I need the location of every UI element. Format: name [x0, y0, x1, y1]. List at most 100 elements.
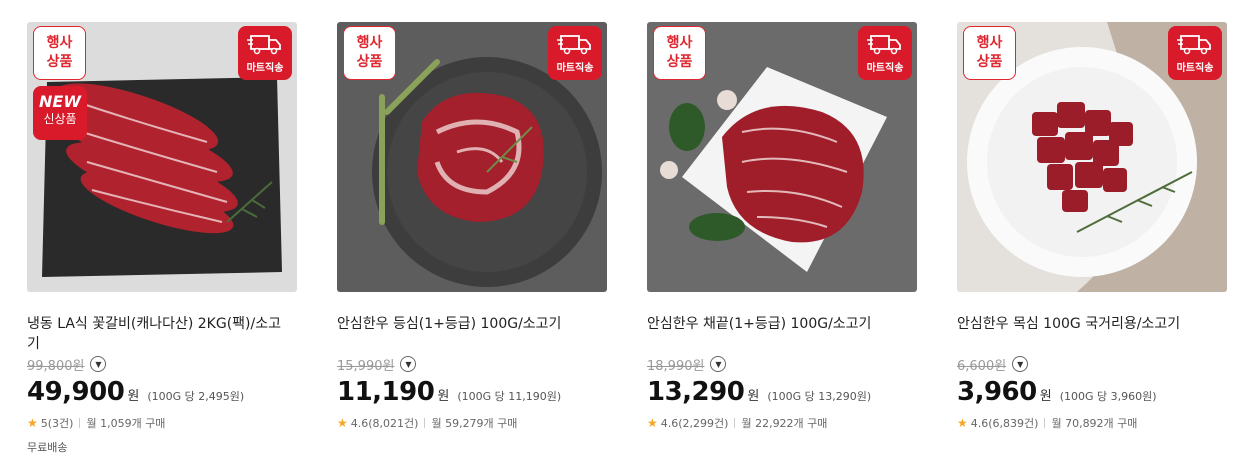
- price-row: 3,960 원 (100G 당 3,960원): [957, 377, 1227, 407]
- price-unit: 원: [747, 389, 760, 404]
- product-title-line1[interactable]: 안심한우 목심 100G 국거리용/소고기: [957, 314, 1227, 334]
- unit-price: (100G 당 2,495원): [147, 390, 245, 403]
- badge-event-line1: 행사: [356, 35, 383, 51]
- divider: [79, 418, 81, 428]
- price-row: 49,900 원 (100G 당 2,495원): [27, 377, 297, 407]
- unit-price: (100G 당 11,190원): [457, 390, 562, 403]
- rating-row: ★ 4.6(2,299건) 월 22,922개 구매: [647, 415, 917, 431]
- truck-icon: [1177, 35, 1211, 55]
- event-product-badge: 행사 상품: [33, 26, 86, 80]
- product-title[interactable]: 냉동 LA식 꽃갈비(캐나다산) 2KG(팩)/소고 기: [27, 314, 297, 354]
- product-image[interactable]: 행사 상품 마트직송 NEW 신상품: [27, 22, 297, 292]
- star-icon: ★: [647, 416, 658, 430]
- purchase-count: 월 70,892개 구매: [1051, 417, 1138, 430]
- price-unit: 원: [1039, 389, 1052, 404]
- original-price: 18,990원: [647, 355, 704, 374]
- truck-icon: [557, 35, 591, 55]
- product-title[interactable]: 안심한우 채끝(1+등급) 100G/소고기: [647, 314, 917, 354]
- purchase-count: 월 1,059개 구매: [86, 417, 166, 430]
- badge-ship-label: 마트직송: [246, 63, 284, 74]
- chevron-down-icon[interactable]: ▼: [400, 356, 417, 372]
- product-image[interactable]: 행사 상품 마트직송: [957, 22, 1227, 292]
- badge-ship-label: 마트직송: [1176, 63, 1214, 74]
- product-grid: 행사 상품 마트직송 NEW 신상품 냉동 LA식 꽃갈비(캐나다산) 2KG(…: [27, 22, 1227, 455]
- original-price-unit: 원: [382, 358, 395, 374]
- rating-text[interactable]: 5(3건): [41, 415, 74, 431]
- chevron-down-icon[interactable]: ▼: [710, 356, 727, 372]
- mart-direct-shipping-badge: 마트직송: [548, 26, 602, 80]
- event-product-badge: 행사 상품: [963, 26, 1016, 80]
- badge-event-line2: 상품: [356, 54, 383, 70]
- original-price-row: 6,600원 ▼: [957, 354, 1227, 374]
- product-image[interactable]: 행사 상품 마트직송: [337, 22, 607, 292]
- chevron-down-icon[interactable]: ▼: [1012, 356, 1029, 372]
- star-icon: ★: [957, 416, 968, 430]
- product-title-line1[interactable]: 안심한우 등심(1+등급) 100G/소고기: [337, 314, 607, 334]
- rating-row: ★ 4.6(6,839건) 월 70,892개 구매: [957, 415, 1227, 431]
- sale-price: 3,960: [957, 377, 1037, 407]
- divider: [734, 418, 736, 428]
- product-title-line1[interactable]: 냉동 LA식 꽃갈비(캐나다산) 2KG(팩)/소고: [27, 314, 297, 334]
- mart-direct-shipping-badge: 마트직송: [858, 26, 912, 80]
- original-price-unit: 원: [994, 358, 1007, 374]
- mart-direct-shipping-badge: 마트직송: [238, 26, 292, 80]
- badge-event-line1: 행사: [976, 35, 1003, 51]
- badge-event-line1: 행사: [666, 35, 693, 51]
- badge-event-line2: 상품: [976, 54, 1003, 70]
- product-card[interactable]: 행사 상품 마트직송 안심한우 목심 100G 국거리용/소고기 6,600원: [957, 22, 1227, 455]
- product-title[interactable]: 안심한우 등심(1+등급) 100G/소고기: [337, 314, 607, 354]
- original-price: 99,800원: [27, 355, 84, 374]
- badge-event-line1: 행사: [46, 35, 73, 51]
- original-price-value: 99,800: [27, 358, 73, 374]
- truck-icon: [867, 35, 901, 55]
- badge-event-line2: 상품: [46, 54, 73, 70]
- unit-price: (100G 당 13,290원): [767, 390, 872, 403]
- rating-text[interactable]: 4.6(2,299건): [661, 415, 729, 431]
- product-card[interactable]: 행사 상품 마트직송 NEW 신상품 냉동 LA식 꽃갈비(캐나다산) 2KG(…: [27, 22, 297, 455]
- original-price-unit: 원: [72, 358, 85, 374]
- original-price-unit: 원: [692, 358, 705, 374]
- original-price-value: 18,990: [647, 358, 693, 374]
- original-price-row: 18,990원 ▼: [647, 354, 917, 374]
- divider: [424, 418, 426, 428]
- divider: [1044, 418, 1046, 428]
- purchase-count: 월 59,279개 구매: [431, 417, 518, 430]
- sale-price: 49,900: [27, 377, 125, 407]
- original-price-value: 6,600: [957, 358, 995, 374]
- original-price-row: 15,990원 ▼: [337, 354, 607, 374]
- product-title-line1[interactable]: 안심한우 채끝(1+등급) 100G/소고기: [647, 314, 917, 334]
- price-unit: 원: [127, 389, 140, 404]
- product-image[interactable]: 행사 상품 마트직송: [647, 22, 917, 292]
- event-product-badge: 행사 상품: [653, 26, 706, 80]
- original-price-row: 99,800원 ▼: [27, 354, 297, 374]
- new-product-badge: NEW 신상품: [33, 86, 87, 140]
- star-icon: ★: [337, 416, 348, 430]
- chevron-down-icon[interactable]: ▼: [90, 356, 107, 372]
- event-product-badge: 행사 상품: [343, 26, 396, 80]
- original-price: 15,990원: [337, 355, 394, 374]
- badge-ship-label: 마트직송: [866, 63, 904, 74]
- badge-new-top: NEW: [39, 92, 81, 111]
- sale-price: 11,190: [337, 377, 435, 407]
- rating-text[interactable]: 4.6(8,021건): [351, 415, 419, 431]
- sale-price: 13,290: [647, 377, 745, 407]
- original-price-value: 15,990: [337, 358, 383, 374]
- product-title-line2[interactable]: 기: [27, 334, 297, 354]
- price-row: 13,290 원 (100G 당 13,290원): [647, 377, 917, 407]
- mart-direct-shipping-badge: 마트직송: [1168, 26, 1222, 80]
- product-title[interactable]: 안심한우 목심 100G 국거리용/소고기: [957, 314, 1227, 354]
- truck-icon: [247, 35, 281, 55]
- unit-price: (100G 당 3,960원): [1059, 390, 1157, 403]
- original-price: 6,600원: [957, 355, 1006, 374]
- price-unit: 원: [437, 389, 450, 404]
- rating-text[interactable]: 4.6(6,839건): [971, 415, 1039, 431]
- rating-row: ★ 4.6(8,021건) 월 59,279개 구매: [337, 415, 607, 431]
- purchase-count: 월 22,922개 구매: [741, 417, 828, 430]
- badge-ship-label: 마트직송: [556, 63, 594, 74]
- product-card[interactable]: 행사 상품 마트직송 안심한우 채끝(1+등급) 100G/소고기 18,990: [647, 22, 917, 455]
- price-row: 11,190 원 (100G 당 11,190원): [337, 377, 607, 407]
- product-card[interactable]: 행사 상품 마트직송 안심한우 등심(1+등급) 100G/소고기 15,990: [337, 22, 607, 455]
- badge-new-bottom: 신상품: [43, 112, 77, 126]
- badge-event-line2: 상품: [666, 54, 693, 70]
- star-icon: ★: [27, 416, 38, 430]
